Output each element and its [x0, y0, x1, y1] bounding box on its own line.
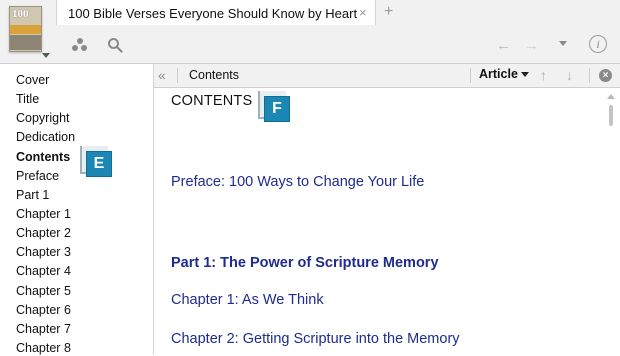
table-of-contents-sidebar: Cover Title Copyright Dedication Content… — [0, 64, 154, 355]
sidebar-item-chapter-2[interactable]: Chapter 2 — [16, 226, 71, 241]
sidebar-item-chapter-6[interactable]: Chapter 6 — [16, 303, 71, 318]
sidebar-item-preface[interactable]: Preface — [16, 169, 59, 184]
reader-section-title: Contents — [189, 68, 240, 82]
sidebar-item-chapter-5[interactable]: Chapter 5 — [16, 284, 71, 299]
callout-badge-f: F — [258, 91, 290, 122]
collapse-sidebar-button[interactable]: « — [158, 67, 166, 83]
sidebar-item-contents[interactable]: Contents — [16, 150, 70, 165]
sidebar-item-chapter-4[interactable]: Chapter 4 — [16, 264, 71, 279]
sidebar-item-cover[interactable]: Cover — [16, 73, 49, 88]
info-icon[interactable]: i — [589, 35, 607, 53]
toolbar-divider — [177, 68, 178, 83]
toc-link-chapter-1[interactable]: Chapter 1: As We Think — [171, 292, 324, 308]
tab-book[interactable]: 100 Bible Verses Everyone Should Know by… — [56, 0, 376, 25]
scroll-up-icon[interactable] — [607, 94, 615, 99]
view-mode-select[interactable]: Article — [479, 67, 529, 81]
view-mode-label: Article — [479, 67, 518, 81]
page-title: CONTENTS — [171, 93, 253, 109]
add-tab-icon[interactable]: + — [384, 3, 393, 21]
close-reader-icon[interactable]: × — [599, 69, 612, 82]
thumbnail-band-lower — [10, 35, 41, 50]
forward-arrow-icon[interactable]: → — [524, 37, 539, 54]
callout-badge-e: E — [80, 146, 112, 177]
panels-icon[interactable] — [72, 38, 88, 52]
sidebar-item-title[interactable]: Title — [16, 92, 39, 107]
sidebar-item-chapter-7[interactable]: Chapter 7 — [16, 322, 71, 337]
reader-toolbar: « Contents Article ↑ ↓ × — [154, 64, 620, 88]
top-toolbar: 100 100 Bible Verses Everyone Should Kno… — [0, 0, 620, 64]
callout-badge-e-label: E — [86, 151, 112, 177]
toc-link-preface[interactable]: Preface: 100 Ways to Change Your Life — [171, 174, 424, 190]
scrollbar-thumb[interactable] — [609, 105, 613, 126]
sidebar-item-dedication[interactable]: Dedication — [16, 130, 75, 145]
next-section-icon[interactable]: ↓ — [566, 67, 573, 83]
chevron-down-icon — [520, 72, 529, 78]
toc-link-chapter-2[interactable]: Chapter 2: Getting Scripture into the Me… — [171, 331, 460, 347]
thumbnail-band — [10, 25, 41, 34]
sidebar-item-copyright[interactable]: Copyright — [16, 111, 70, 126]
tab-title: 100 Bible Verses Everyone Should Know by… — [68, 6, 358, 21]
previous-section-icon[interactable]: ↑ — [540, 67, 547, 83]
sidebar-item-chapter-8[interactable]: Chapter 8 — [16, 341, 71, 356]
history-caret-icon[interactable] — [559, 41, 567, 46]
thumbnail-caret-icon[interactable] — [42, 53, 50, 58]
thumbnail-number: 100 — [12, 8, 29, 20]
book-cover-thumbnail[interactable]: 100 — [9, 6, 42, 52]
sidebar-item-chapter-3[interactable]: Chapter 3 — [16, 245, 71, 260]
tab-close-icon[interactable]: × — [359, 5, 367, 20]
toolbar-divider — [470, 68, 471, 83]
search-icon[interactable] — [107, 37, 123, 53]
back-arrow-icon[interactable]: ← — [496, 37, 511, 54]
toolbar-divider — [589, 68, 590, 83]
sidebar-item-chapter-1[interactable]: Chapter 1 — [16, 207, 71, 222]
toc-link-part-1[interactable]: Part 1: The Power of Scripture Memory — [171, 255, 439, 271]
callout-badge-f-label: F — [264, 96, 290, 122]
sidebar-item-part-1[interactable]: Part 1 — [16, 188, 49, 203]
reader-content: CONTENTS F Preface: 100 Ways to Change Y… — [154, 88, 620, 355]
